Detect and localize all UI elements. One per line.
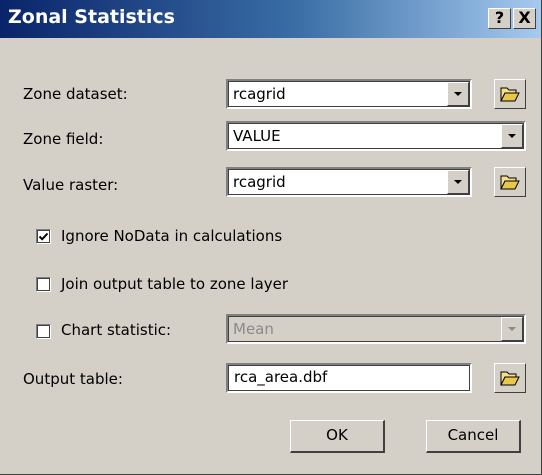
output-table-label: Output table: — [23, 370, 123, 388]
chart-statistic-label[interactable]: Chart statistic: — [61, 321, 171, 339]
zone-field-label: Zone field: — [23, 130, 104, 148]
dialog-title: Zonal Statistics — [8, 6, 175, 28]
ok-button[interactable]: OK — [290, 420, 385, 453]
ignore-nodata-label[interactable]: Ignore NoData in calculations — [61, 227, 282, 245]
zone-field-combo[interactable]: VALUE — [226, 121, 526, 151]
value-raster-combo[interactable]: rcagrid — [226, 167, 472, 197]
zone-field-value: VALUE — [233, 127, 281, 145]
help-button[interactable]: ? — [488, 8, 511, 29]
ignore-nodata-checkbox[interactable] — [36, 229, 51, 244]
join-output-checkbox[interactable] — [36, 277, 51, 292]
open-folder-icon — [500, 371, 520, 386]
chart-statistic-value: Mean — [233, 320, 274, 338]
chevron-down-icon[interactable] — [501, 124, 523, 148]
zone-dataset-label: Zone dataset: — [23, 85, 128, 103]
output-table-browse-button[interactable] — [494, 363, 526, 393]
value-raster-label: Value raster: — [23, 176, 119, 194]
value-raster-browse-button[interactable] — [494, 167, 526, 197]
output-table-input[interactable]: rca_area.dbf — [226, 363, 472, 393]
title-bar[interactable]: Zonal Statistics ? X — [0, 0, 541, 38]
join-output-label[interactable]: Join output table to zone layer — [61, 275, 288, 293]
open-folder-icon — [500, 87, 520, 102]
open-folder-icon — [500, 175, 520, 190]
chevron-down-icon[interactable] — [447, 82, 469, 106]
zone-dataset-combo[interactable]: rcagrid — [226, 79, 472, 109]
zone-dataset-browse-button[interactable] — [494, 79, 526, 109]
zone-dataset-value: rcagrid — [233, 85, 286, 103]
chevron-down-icon[interactable] — [447, 170, 469, 194]
chevron-down-icon — [501, 317, 523, 341]
close-button[interactable]: X — [513, 8, 536, 29]
chart-statistic-checkbox[interactable] — [36, 324, 51, 339]
zonal-statistics-dialog: Zonal Statistics ? X Zone dataset: rcagr… — [0, 0, 542, 475]
value-raster-value: rcagrid — [233, 173, 286, 191]
cancel-button[interactable]: Cancel — [426, 420, 521, 453]
check-icon — [38, 232, 49, 241]
chart-statistic-combo: Mean — [226, 314, 526, 344]
